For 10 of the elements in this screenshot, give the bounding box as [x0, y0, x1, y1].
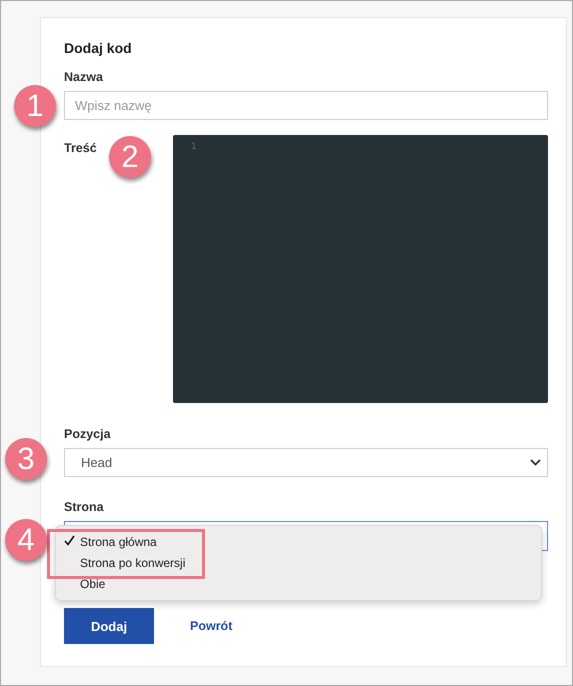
field-label: Strona	[64, 500, 105, 514]
number-badge: 1	[14, 85, 56, 127]
field-label: Treść	[64, 141, 97, 155]
line-number: 1	[191, 142, 196, 152]
number-badge: 4	[5, 519, 47, 561]
select-value: Head	[81, 455, 112, 470]
form-title: Dodaj kod	[64, 40, 133, 56]
field-label: Nazwa	[64, 70, 104, 84]
number-badge: 3	[5, 438, 47, 480]
field-label: Pozycja	[64, 427, 112, 441]
